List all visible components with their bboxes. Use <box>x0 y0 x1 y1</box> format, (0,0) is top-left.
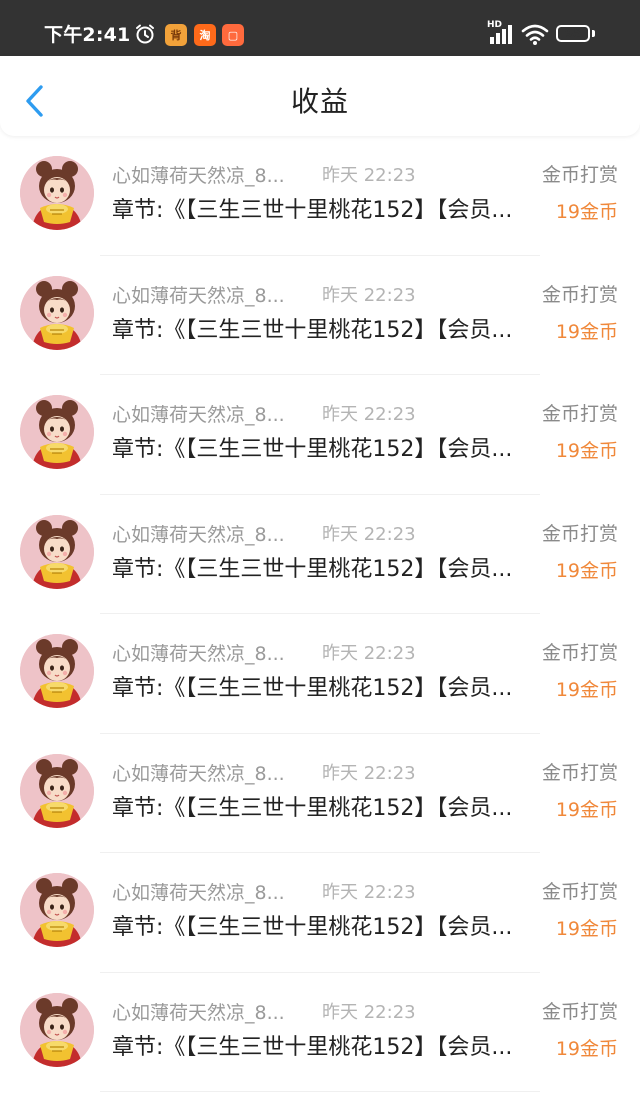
earnings-list: 心如薄荷天然凉_8... 昨天 22:23 金币打赏 章节:《【三生三世十里桃花… <box>0 136 640 1092</box>
earning-list-item[interactable]: 心如薄荷天然凉_8... 昨天 22:23 金币打赏 章节:《【三生三世十里桃花… <box>0 255 640 375</box>
sender-name: 心如薄荷天然凉_8... <box>112 882 285 904</box>
chapter-title: 章节:《【三生三世十里桃花152】【会员... <box>112 676 513 701</box>
avatar-illustration <box>20 992 94 1067</box>
shopping-notification-icon: ▢ <box>222 24 244 46</box>
sender-name: 心如薄荷天然凉_8... <box>112 762 285 785</box>
taobao-notification-icon: 淘 <box>194 24 216 46</box>
status-time: 下午2:41 <box>44 24 131 46</box>
coin-amount: 19金币 <box>555 1037 618 1060</box>
earning-list-item[interactable]: 心如薄荷天然凉_8... 昨天 22:23 金币打赏 章节:《【三生三世十里桃花… <box>0 494 640 614</box>
divider <box>100 1091 540 1092</box>
avatar-illustration <box>20 514 94 589</box>
app-notification-icon: 背 <box>165 24 187 46</box>
reward-type: 金币打赏 <box>541 1000 618 1023</box>
avatar <box>20 514 94 589</box>
sender-name: 心如薄荷天然凉_8... <box>112 404 285 426</box>
earning-list-item[interactable]: 心如薄荷天然凉_8... 昨天 22:23 金币打赏 章节:《【三生三世十里桃花… <box>0 733 640 853</box>
timestamp: 昨天 22:23 <box>322 1001 416 1023</box>
timestamp: 昨天 22:23 <box>322 404 416 425</box>
signal-strength-icon <box>490 25 512 44</box>
avatar <box>20 753 94 828</box>
timestamp: 昨天 22:23 <box>322 762 416 784</box>
reward-type: 金币打赏 <box>541 164 618 186</box>
coin-amount: 19金币 <box>555 440 618 462</box>
avatar-illustration <box>20 753 94 828</box>
chapter-title: 章节:《【三生三世十里桃花152】【会员... <box>112 198 513 223</box>
coin-amount: 19金币 <box>555 201 618 223</box>
page-title: 收益 <box>290 85 349 118</box>
chapter-title: 章节:《【三生三世十里桃花152】【会员... <box>112 795 513 821</box>
earning-list-item[interactable]: 心如薄荷天然凉_8... 昨天 22:23 金币打赏 章节:《【三生三世十里桃花… <box>0 375 640 495</box>
avatar-illustration <box>20 275 94 350</box>
reward-type: 金币打赏 <box>541 761 618 784</box>
coin-amount: 19金币 <box>555 559 618 582</box>
coin-amount: 19金币 <box>555 918 618 940</box>
timestamp: 昨天 22:23 <box>322 284 416 306</box>
timestamp: 昨天 22:23 <box>322 643 416 664</box>
avatar <box>20 275 94 350</box>
avatar-illustration <box>20 156 94 230</box>
avatar <box>20 634 94 708</box>
sender-name: 心如薄荷天然凉_8... <box>112 1001 285 1024</box>
battery-cap <box>592 30 595 37</box>
reward-type: 金币打赏 <box>541 642 618 664</box>
avatar-illustration <box>20 395 94 469</box>
timestamp: 昨天 22:23 <box>322 523 416 545</box>
chapter-title: 章节:《【三生三世十里桃花152】【会员... <box>112 915 513 940</box>
reward-type: 金币打赏 <box>541 403 618 425</box>
sender-name: 心如薄荷天然凉_8... <box>112 523 285 546</box>
avatar <box>20 395 94 469</box>
timestamp: 昨天 22:23 <box>322 165 416 186</box>
coin-amount: 19金币 <box>555 679 618 701</box>
earning-list-item[interactable]: 心如薄荷天然凉_8... 昨天 22:23 金币打赏 章节:《【三生三世十里桃花… <box>0 853 640 973</box>
status-bar: 下午2:41 背 淘 ▢ HD 95 <box>0 0 640 56</box>
earning-list-item[interactable]: 心如薄荷天然凉_8... 昨天 22:23 金币打赏 章节:《【三生三世十里桃花… <box>0 972 640 1092</box>
sender-name: 心如薄荷天然凉_8... <box>112 284 285 307</box>
reward-type: 金币打赏 <box>541 283 618 306</box>
chapter-title: 章节:《【三生三世十里桃花152】【会员... <box>112 556 513 582</box>
reward-type: 金币打赏 <box>541 881 618 903</box>
avatar-illustration <box>20 873 94 947</box>
chapter-title: 章节:《【三生三世十里桃花152】【会员... <box>112 437 513 462</box>
chapter-title: 章节:《【三生三世十里桃花152】【会员... <box>112 1034 513 1060</box>
avatar <box>20 992 94 1067</box>
battery-level: 95 <box>564 26 582 40</box>
earning-list-item[interactable]: 心如薄荷天然凉_8... 昨天 22:23 金币打赏 章节:《【三生三世十里桃花… <box>0 614 640 734</box>
reward-type: 金币打赏 <box>541 522 618 545</box>
sender-name: 心如薄荷天然凉_8... <box>112 165 285 187</box>
avatar-illustration <box>20 634 94 708</box>
wifi-icon <box>521 24 549 45</box>
coin-amount: 19金币 <box>555 798 618 821</box>
chapter-title: 章节:《【三生三世十里桃花152】【会员... <box>112 317 513 343</box>
battery-icon: 95 <box>556 25 590 42</box>
earning-list-item[interactable]: 心如薄荷天然凉_8... 昨天 22:23 金币打赏 章节:《【三生三世十里桃花… <box>0 136 640 256</box>
coin-amount: 19金币 <box>555 320 618 343</box>
avatar <box>20 873 94 947</box>
avatar <box>20 156 94 230</box>
page-header: 收益 <box>0 56 640 136</box>
timestamp: 昨天 22:23 <box>322 882 416 903</box>
sender-name: 心如薄荷天然凉_8... <box>112 643 285 665</box>
alarm-clock-icon <box>136 24 154 44</box>
